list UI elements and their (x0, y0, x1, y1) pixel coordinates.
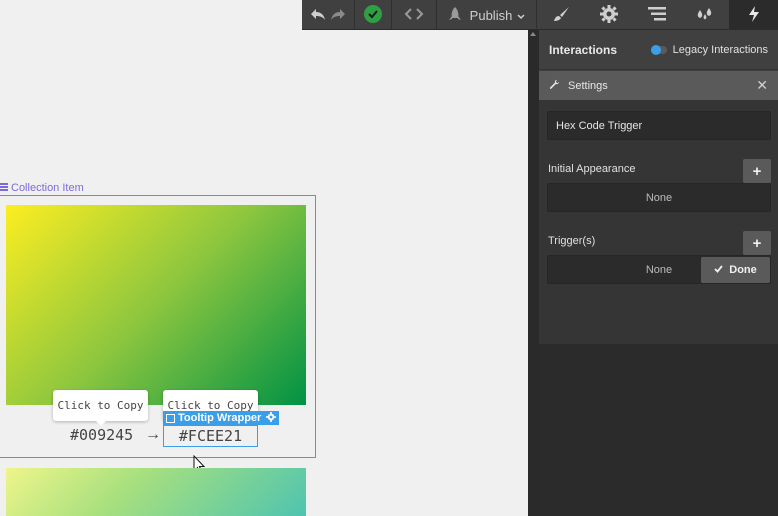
gradient-swatch-next[interactable] (6, 468, 306, 516)
toggle-switch[interactable] (650, 44, 667, 55)
redo-icon[interactable] (330, 7, 346, 24)
tooltip-wrapper-label[interactable]: Tooltip Wrapper (163, 411, 279, 425)
check-circle-icon (364, 4, 382, 26)
trigger-name-value: Hex Code Trigger (556, 119, 643, 132)
navigator-icon (648, 6, 666, 24)
initial-appearance-label: Initial Appearance (548, 163, 636, 175)
top-toolbar: Publish (0, 0, 778, 30)
trigger-name-field[interactable]: Hex Code Trigger (547, 111, 771, 140)
triggers-text: None (645, 263, 673, 276)
tooltip-text: Click to Copy (57, 399, 144, 412)
navigator-panel-tab[interactable] (633, 0, 681, 30)
hex-code-right[interactable]: #FCEE21 (163, 425, 258, 447)
rocket-icon (448, 6, 462, 25)
close-icon[interactable]: ✕ (756, 77, 768, 94)
drops-icon (696, 7, 714, 24)
done-label: Done (729, 264, 757, 276)
gradient-swatch[interactable] (6, 205, 306, 405)
settings-body: Hex Code Trigger Initial Appearance + No… (539, 100, 778, 345)
lightning-icon (748, 5, 760, 25)
undo-redo-group (302, 0, 354, 30)
publish-button[interactable]: Publish (437, 0, 536, 30)
scroll-up-icon[interactable] (530, 32, 536, 36)
element-square-icon (166, 413, 175, 423)
check-icon (714, 264, 723, 276)
collection-item-label[interactable]: Collection Item (0, 182, 84, 194)
style-panel-tab[interactable] (537, 0, 585, 30)
interactions-panel: Interactions Legacy Interactions Setting… (539, 30, 778, 516)
collection-item-text: Collection Item (11, 182, 84, 194)
wrench-icon (549, 79, 560, 93)
publish-label: Publish (469, 7, 513, 23)
collection-item-icon (0, 182, 8, 194)
initial-appearance-text: None (645, 191, 673, 204)
arrow-right-icon: → (145, 426, 161, 443)
add-initial-appearance-button[interactable]: + (743, 159, 771, 183)
toolbar-controls: Publish (302, 0, 778, 30)
swatches-panel-tab[interactable] (681, 0, 729, 30)
canvas-scrollbar[interactable] (528, 30, 539, 516)
chevron-down-icon (517, 8, 525, 23)
hex-code-left[interactable]: #009245 (70, 426, 133, 444)
code-icon (404, 7, 424, 24)
tooltip-left[interactable]: Click to Copy (53, 390, 148, 426)
triggers-label: Trigger(s) (548, 235, 596, 247)
settings-title: Settings (568, 79, 608, 92)
tooltip-wrapper-text: Tooltip Wrapper (178, 412, 262, 424)
panel-title: Interactions (549, 42, 618, 57)
initial-appearance-value[interactable]: None (547, 183, 771, 212)
undo-icon[interactable] (310, 7, 326, 24)
code-export-button[interactable] (392, 0, 436, 30)
settings-panel-tab[interactable] (585, 0, 633, 30)
add-trigger-button[interactable]: + (743, 231, 771, 255)
panel-empty-area (539, 345, 778, 516)
legacy-interactions-toggle[interactable]: Legacy Interactions (650, 43, 768, 56)
panel-header: Interactions Legacy Interactions (539, 30, 778, 70)
hex-code-right-text: #FCEE21 (178, 427, 243, 445)
legacy-label: Legacy Interactions (672, 43, 768, 56)
gear-icon[interactable] (266, 411, 276, 425)
brush-icon (552, 6, 570, 25)
settings-header: Settings ✕ (539, 71, 778, 100)
done-button[interactable]: Done (701, 257, 770, 283)
interactions-panel-tab[interactable] (729, 0, 778, 30)
status-button[interactable] (355, 0, 391, 30)
gear-icon (600, 4, 618, 26)
